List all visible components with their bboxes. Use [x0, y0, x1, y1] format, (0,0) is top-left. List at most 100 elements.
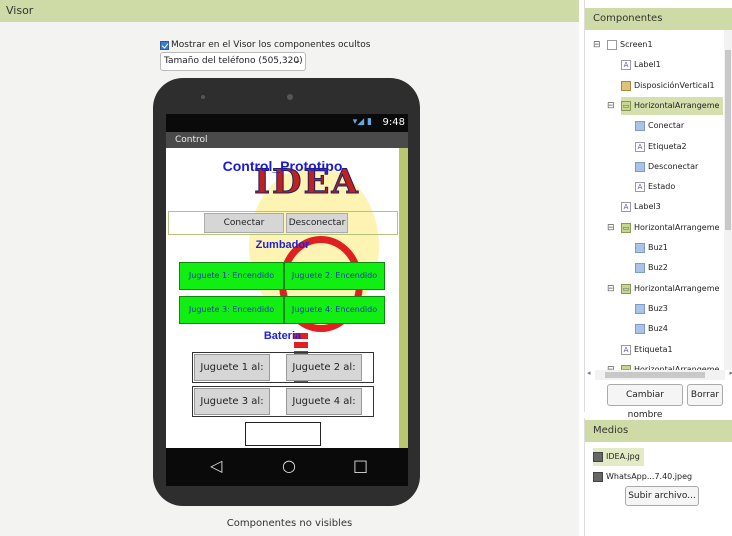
button-icon — [635, 121, 645, 132]
label-icon: A — [621, 60, 631, 71]
camera-icon — [287, 94, 293, 100]
tree-node[interactable]: ▭ HorizontalArrangeme — [621, 96, 724, 115]
tree-node[interactable]: A Label1 — [621, 56, 661, 74]
tree-node-label: HorizontalArrangeme — [634, 283, 720, 293]
upload-file-button[interactable]: Subir archivo... — [625, 486, 699, 506]
button-icon — [635, 303, 645, 314]
tree-vertical-scrollbar[interactable] — [724, 30, 732, 370]
media-file-item[interactable]: WhatsApp...7.40.jpeg — [593, 468, 692, 486]
android-nav-bar: ◁ ○ □ — [166, 448, 408, 486]
toy2-battery-button[interactable]: Juguete 2 al: — [286, 354, 362, 381]
tree-node[interactable]: Buz3 — [635, 300, 668, 318]
tree-node-label: Conectar — [648, 121, 685, 131]
status-bar: ▾◢ ▮ 9:48 — [166, 114, 408, 132]
components-title: Componentes — [585, 8, 732, 30]
collapse-icon[interactable]: ⊟ — [593, 36, 601, 54]
buz3-button[interactable]: Juguete 3: Encendido — [179, 296, 284, 324]
tree-node-label: Estado — [648, 182, 676, 192]
tree-node[interactable]: A Estado — [635, 178, 675, 196]
battery-label: Bateria — [263, 330, 302, 342]
tree-node[interactable]: A Label3 — [621, 198, 661, 216]
scroll-left-icon[interactable]: ◂ — [587, 369, 591, 377]
component-tree: ⊟ Screen1 A Label1 DisposiciónVertical1 ⊟ ▭ Hor… — [585, 30, 725, 370]
tree-node[interactable]: ▭ HorizontalArrangeme — [621, 361, 719, 370]
non-visible-components-label: Componentes no visibles — [226, 518, 353, 529]
tree-node-label: Buz1 — [648, 243, 668, 252]
image-file-icon — [593, 472, 603, 482]
label-icon: A — [621, 202, 631, 213]
buz4-button[interactable]: Juguete 4: Encendido — [284, 296, 385, 324]
empty-textbox[interactable] — [245, 422, 321, 446]
label-icon: A — [635, 141, 645, 152]
tree-node[interactable]: Screen1 — [607, 36, 653, 54]
tree-node[interactable]: ▭ HorizontalArrangeme — [621, 280, 719, 298]
tree-node-label: Etiqueta2 — [648, 141, 687, 151]
tree-node-label: HorizontalArrangeme — [634, 364, 720, 370]
tree-node-label: Label1 — [634, 60, 661, 70]
visor-panel: Visor Mostrar en el Visor los componente… — [0, 0, 579, 536]
image-file-icon — [593, 452, 603, 462]
tree-node[interactable]: DisposiciónVertical1 — [621, 77, 715, 95]
components-panel: Componentes ⊟ Screen1 A Label1 DisposiciónVe… — [584, 0, 732, 420]
screen-title: Control_Prototipo — [222, 158, 343, 174]
tree-node-label: Desconectar — [648, 161, 699, 171]
tree-node-label: Etiqueta1 — [634, 344, 673, 354]
collapse-icon[interactable]: ⊟ — [607, 97, 615, 115]
toy3-battery-button[interactable]: Juguete 3 al: — [194, 388, 270, 415]
collapse-icon[interactable]: ⊟ — [607, 280, 615, 298]
media-title: Medios — [585, 420, 732, 442]
recent-apps-icon[interactable]: □ — [353, 456, 368, 475]
disconnect-button[interactable]: Desconectar — [286, 213, 348, 233]
tree-node[interactable]: A Etiqueta2 — [635, 138, 687, 156]
tree-node[interactable]: A Etiqueta1 — [621, 341, 673, 359]
home-icon[interactable]: ○ — [282, 456, 296, 475]
screen-icon — [607, 40, 617, 50]
tree-node[interactable]: Buz4 — [635, 320, 668, 338]
button-icon — [635, 243, 645, 253]
media-file-name: WhatsApp...7.40.jpeg — [606, 472, 693, 481]
media-panel: Medios IDEA.jpg WhatsApp...7.40.jpeg Sub… — [584, 418, 732, 536]
show-hidden-label: Mostrar en el Visor los componentes ocul… — [171, 40, 371, 50]
sensor-icon — [201, 95, 205, 99]
toy4-battery-button[interactable]: Juguete 4 al: — [286, 388, 362, 415]
phone-size-select[interactable]: Tamaño del teléfono (505,320) ⌄ — [160, 52, 306, 71]
tree-node-label: DisposiciónVertical1 — [634, 80, 715, 90]
button-icon — [635, 324, 645, 335]
tree-horizontal-scrollbar[interactable]: ◂ ▸ — [587, 369, 732, 380]
tree-node[interactable]: Buz1 — [635, 239, 668, 257]
screen-scrollbar[interactable] — [399, 148, 408, 448]
screen-content: IDEA Control_Prototipo Conectar Desconec… — [166, 148, 399, 448]
tree-node-label: Buz2 — [648, 263, 668, 273]
signal-battery-icon: ▾◢ ▮ — [352, 117, 372, 127]
scroll-thumb[interactable] — [725, 50, 731, 230]
tree-node-label: Buz4 — [648, 324, 668, 334]
vertical-arrangement-icon — [621, 80, 631, 91]
tree-node[interactable]: Desconectar — [635, 158, 698, 176]
tree-node[interactable]: Buz2 — [635, 259, 668, 277]
delete-button[interactable]: Borrar — [687, 384, 723, 406]
phone-size-value: Tamaño del teléfono (505,320) — [164, 56, 303, 66]
show-hidden-checkbox[interactable] — [160, 40, 169, 50]
horizontal-arrangement-icon: ▭ — [621, 283, 631, 294]
visor-title: Visor — [0, 0, 579, 22]
phone-screen: ▾◢ ▮ 9:48 Control IDEA Control_Prototipo… — [166, 114, 408, 486]
media-file-item[interactable]: IDEA.jpg — [593, 448, 644, 466]
buz2-button[interactable]: Juguete 2: Encendido — [284, 262, 385, 290]
collapse-icon[interactable]: ⊟ — [607, 361, 615, 370]
buz1-button[interactable]: Juguete 1: Encendido — [179, 262, 284, 290]
back-icon[interactable]: ◁ — [210, 456, 222, 475]
collapse-icon[interactable]: ⊟ — [607, 219, 615, 237]
connect-button[interactable]: Conectar — [204, 213, 284, 233]
tree-node[interactable]: ▭ HorizontalArrangeme — [621, 219, 719, 237]
tree-node[interactable]: Conectar — [635, 117, 684, 135]
show-hidden-toggle[interactable]: Mostrar en el Visor los componentes ocul… — [160, 40, 370, 50]
scroll-thumb[interactable] — [605, 372, 705, 378]
label-icon: A — [621, 344, 631, 355]
horizontal-arrangement-icon: ▭ — [621, 100, 631, 111]
label-icon: A — [635, 182, 645, 193]
button-icon — [635, 263, 645, 274]
tree-node-label: HorizontalArrangeme — [634, 222, 720, 232]
rename-button[interactable]: Cambiar nombre — [607, 384, 683, 420]
toy1-battery-button[interactable]: Juguete 1 al: — [194, 354, 270, 381]
chevron-down-icon: ⌄ — [293, 56, 301, 66]
